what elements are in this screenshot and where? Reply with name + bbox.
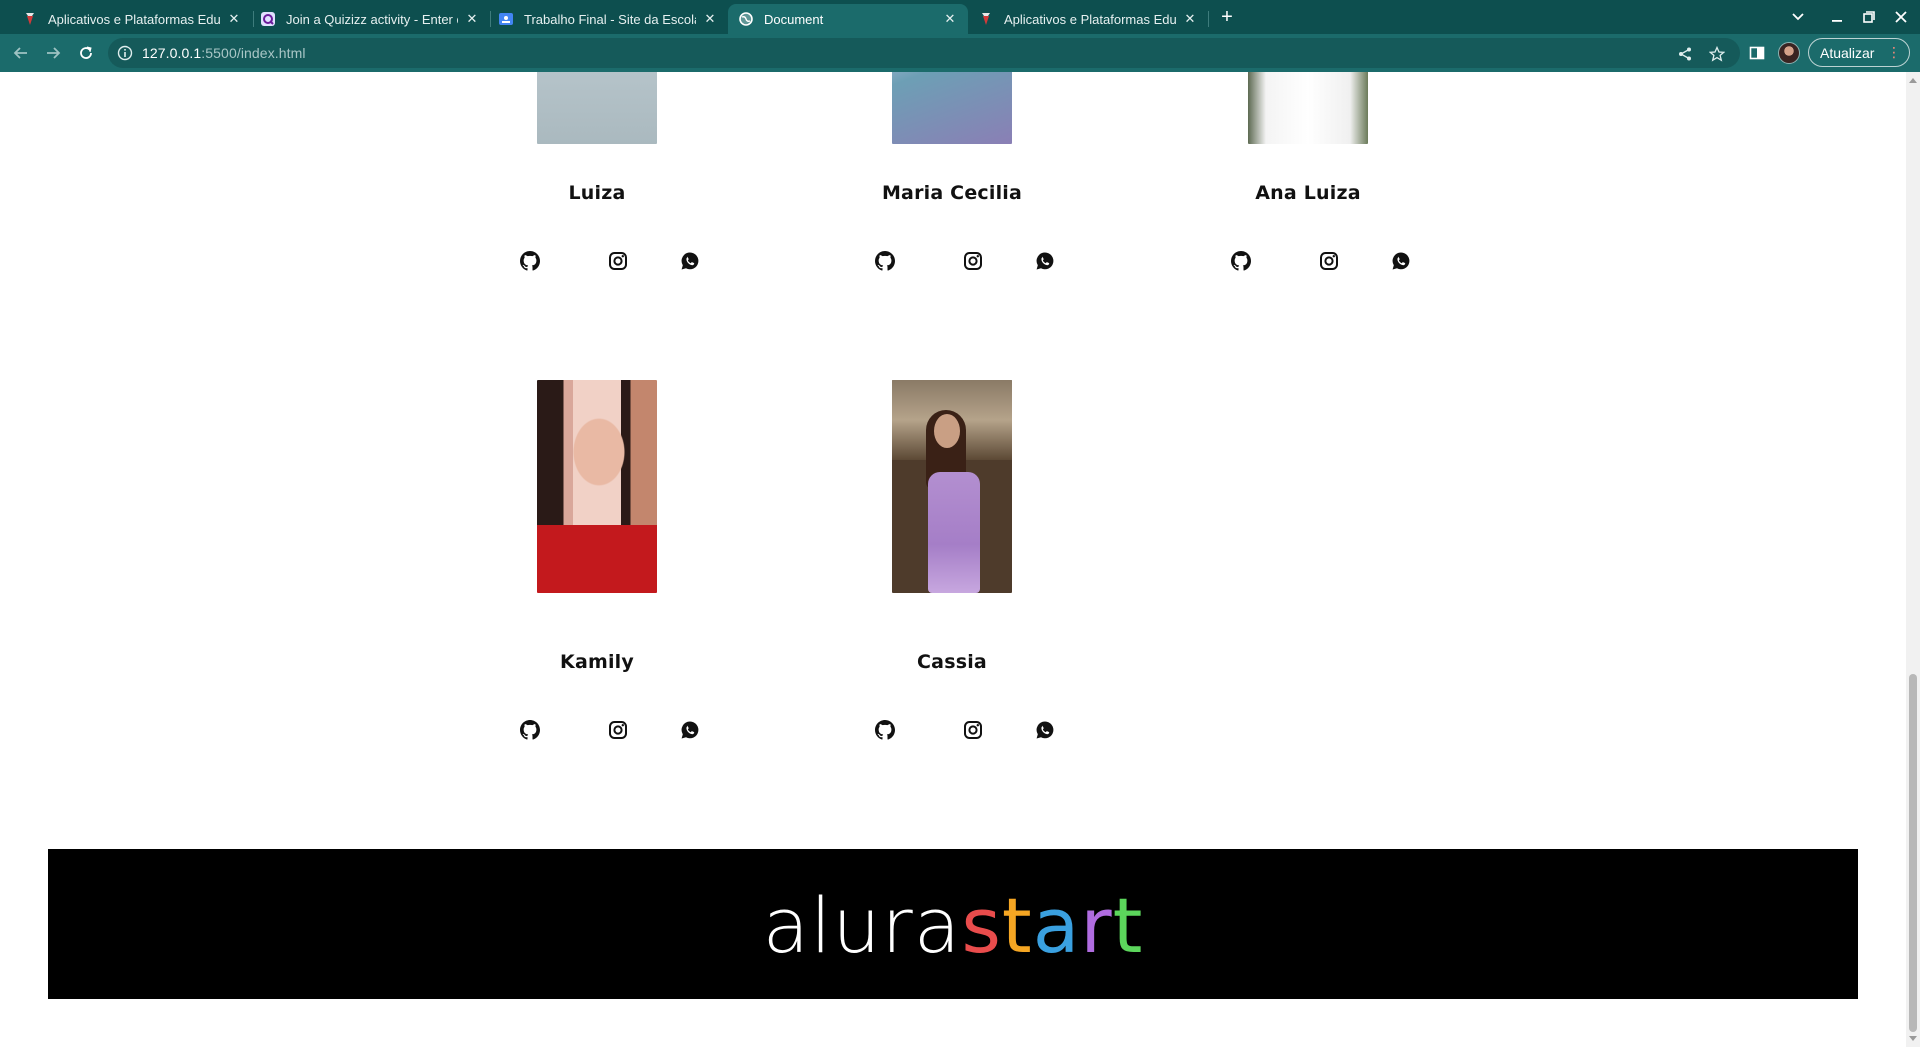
tab-trabalho-final[interactable]: Trabalho Final - Site da Escola ✕ — [488, 4, 728, 34]
github-icon[interactable] — [873, 249, 897, 273]
classroom-icon — [498, 11, 514, 27]
update-button-label: Atualizar — [1820, 44, 1875, 61]
logo-alura: alura — [762, 881, 962, 970]
close-icon[interactable]: ✕ — [464, 11, 480, 27]
close-icon[interactable]: ✕ — [1182, 11, 1198, 27]
scrollbar-thumb[interactable] — [1909, 674, 1917, 1032]
tab-quizizz[interactable]: Join a Quizizz activity - Enter c ✕ — [250, 4, 490, 34]
bookmark-star-icon[interactable] — [1708, 45, 1726, 63]
tab-aplicativos-1[interactable]: Aplicativos e Plataformas Edu ✕ — [12, 4, 252, 34]
photo-dress — [928, 472, 980, 593]
footer: alura start — [48, 849, 1858, 999]
instagram-icon[interactable] — [961, 249, 985, 273]
url-host: 127.0.0.1 — [142, 45, 202, 61]
logo-letter: a — [1032, 881, 1081, 970]
share-icon[interactable] — [1676, 45, 1694, 63]
scroll-down-arrow-icon[interactable] — [1909, 1036, 1917, 1041]
tab-title: Join a Quizizz activity - Enter c — [286, 11, 458, 27]
reload-icon[interactable] — [74, 41, 98, 65]
alurastart-logo: alura start — [48, 849, 1858, 999]
address-bar[interactable]: 127.0.0.1:5500/index.html — [108, 38, 1740, 68]
logo-letter: s — [961, 881, 1002, 970]
member-photo-luiza — [537, 72, 657, 144]
whatsapp-icon[interactable] — [678, 249, 702, 273]
logo-start: start — [961, 888, 1143, 964]
alura-icon — [978, 11, 994, 27]
alura-icon — [22, 11, 38, 27]
page-viewport: Luiza Maria Cecilia Ana Luiza Kamily Cas… — [0, 72, 1906, 1047]
restore-icon[interactable] — [1858, 6, 1880, 28]
github-icon[interactable] — [518, 249, 542, 273]
tab-title: Aplicativos e Plataformas Edu — [48, 11, 220, 27]
whatsapp-icon[interactable] — [1389, 249, 1413, 273]
logo-letter: r — [1080, 881, 1113, 970]
back-icon[interactable] — [9, 41, 33, 65]
scroll-up-arrow-icon[interactable] — [1909, 78, 1917, 83]
vertical-scrollbar[interactable] — [1906, 72, 1920, 1047]
logo-letter: t — [1112, 881, 1144, 970]
member-photo-kamily — [537, 380, 657, 593]
github-icon[interactable] — [518, 718, 542, 742]
member-photo-maria-cecilia — [892, 72, 1012, 144]
logo-letter: t — [1001, 881, 1033, 970]
close-icon[interactable]: ✕ — [226, 11, 242, 27]
instagram-icon[interactable] — [961, 718, 985, 742]
instagram-icon[interactable] — [606, 249, 630, 273]
tab-title: Aplicativos e Plataformas Edu — [1004, 11, 1176, 27]
update-button[interactable]: Atualizar ⋮ — [1808, 38, 1910, 67]
whatsapp-icon[interactable] — [1033, 718, 1057, 742]
close-icon[interactable]: ✕ — [702, 11, 718, 27]
member-name: Maria Cecilia — [881, 182, 1023, 204]
member-name: Ana Luiza — [1255, 182, 1361, 204]
tab-document[interactable]: Document ✕ — [728, 4, 968, 34]
profile-avatar[interactable] — [1778, 42, 1800, 64]
side-panel-icon[interactable] — [1747, 43, 1767, 63]
photo-face — [934, 414, 960, 448]
globe-icon — [738, 11, 754, 27]
minimize-icon[interactable] — [1826, 6, 1848, 28]
tab-separator — [1208, 11, 1209, 27]
close-window-icon[interactable] — [1890, 6, 1912, 28]
tab-title: Document — [764, 11, 824, 27]
tab-aplicativos-2[interactable]: Aplicativos e Plataformas Edu ✕ — [968, 4, 1208, 34]
instagram-icon[interactable] — [606, 718, 630, 742]
tab-title: Trabalho Final - Site da Escola — [524, 11, 696, 27]
forward-icon[interactable] — [41, 41, 65, 65]
tab-search-icon[interactable] — [1787, 6, 1809, 28]
member-name: Kamily — [560, 651, 634, 673]
github-icon[interactable] — [873, 718, 897, 742]
menu-dots-icon[interactable]: ⋮ — [1887, 45, 1901, 59]
new-tab-button[interactable]: + — [1215, 5, 1239, 29]
member-photo-ana-luiza — [1248, 72, 1368, 144]
site-info-icon[interactable] — [117, 45, 133, 61]
whatsapp-icon[interactable] — [1033, 249, 1057, 273]
member-name: Luiza — [568, 182, 626, 204]
url-path: :5500/index.html — [201, 45, 306, 61]
browser-toolbar: 127.0.0.1:5500/index.html Atualizar ⋮ — [0, 34, 1920, 72]
url-text: 127.0.0.1:5500/index.html — [142, 45, 306, 61]
close-icon[interactable]: ✕ — [942, 11, 958, 27]
tab-strip: Aplicativos e Plataformas Edu ✕ Join a Q… — [0, 0, 1920, 34]
member-photo-cassia — [892, 380, 1012, 593]
github-icon[interactable] — [1229, 249, 1253, 273]
whatsapp-icon[interactable] — [678, 718, 702, 742]
quizizz-icon — [260, 11, 276, 27]
instagram-icon[interactable] — [1317, 249, 1341, 273]
member-name: Cassia — [917, 651, 987, 673]
